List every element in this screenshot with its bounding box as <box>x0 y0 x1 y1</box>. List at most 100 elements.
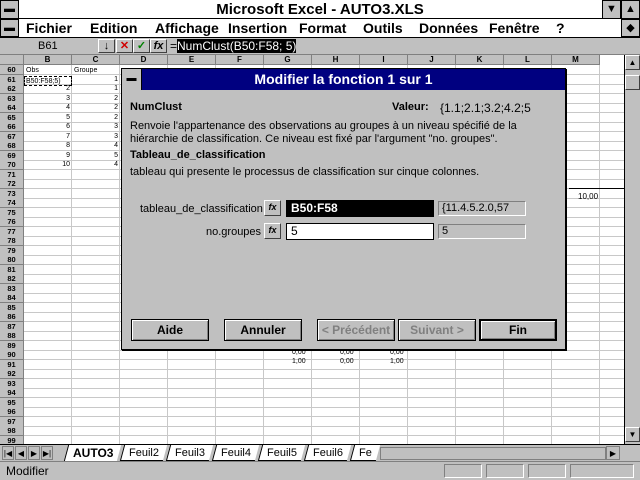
next-sheet-icon[interactable]: ▶ <box>28 446 40 460</box>
column-header[interactable]: I <box>360 55 408 65</box>
column-header[interactable]: J <box>408 55 456 65</box>
column-header[interactable]: M <box>552 55 600 65</box>
cell-h89[interactable]: 1,00 <box>292 357 306 367</box>
cell-groupe[interactable]: 3 <box>72 132 118 142</box>
doc-system-menu-icon[interactable]: ▬ <box>0 19 19 37</box>
row-header[interactable]: 79 <box>0 245 24 256</box>
column-header[interactable]: F <box>216 55 264 65</box>
sheet-tab-feuil6[interactable]: Feuil6 <box>303 445 352 461</box>
arg1-fx-icon[interactable]: fx <box>264 200 281 216</box>
cell-j89[interactable]: 1,00 <box>390 357 404 367</box>
minimize-icon[interactable]: ▼ <box>602 0 621 19</box>
row-header[interactable]: 74 <box>0 198 24 208</box>
dialog-system-menu-icon[interactable]: ▬ <box>122 69 142 90</box>
row-header[interactable]: 81 <box>0 264 24 275</box>
column-header[interactable]: K <box>456 55 504 65</box>
row-header[interactable]: 75 <box>0 207 24 218</box>
cell-groupe[interactable]: 2 <box>72 94 118 104</box>
cell-groupe[interactable]: 5 <box>72 151 118 161</box>
row-header[interactable]: 90 <box>0 350 24 360</box>
doc-restore-icon[interactable]: ◆ <box>621 19 640 37</box>
row-header[interactable]: 78 <box>0 236 24 246</box>
row-header[interactable]: 85 <box>0 302 24 313</box>
row-header[interactable]: 97 <box>0 416 24 427</box>
row-header[interactable]: 64 <box>0 103 24 113</box>
cell-groupe[interactable]: 4 <box>72 141 118 151</box>
cell-obs[interactable]: 7 <box>40 132 70 142</box>
sheet-tab-feuil5[interactable]: Feuil5 <box>257 445 306 461</box>
column-header[interactable]: L <box>504 55 552 65</box>
column-header[interactable]: D <box>120 55 168 65</box>
row-header[interactable]: 66 <box>0 122 24 132</box>
scroll-right-icon[interactable]: ▶ <box>606 446 620 460</box>
restore-icon[interactable]: ▲ <box>621 0 640 19</box>
cell-groupe[interactable]: 2 <box>72 103 118 113</box>
cell-obs-header[interactable]: Obs <box>26 66 39 76</box>
cell-obs[interactable]: 2 <box>40 84 70 94</box>
row-header[interactable]: 69 <box>0 150 24 161</box>
row-header[interactable]: 86 <box>0 312 24 322</box>
cell-obs[interactable]: 6 <box>40 122 70 132</box>
name-dropdown-icon[interactable]: ↓ <box>98 39 115 53</box>
row-header[interactable]: 61 <box>0 74 24 85</box>
cell-obs[interactable]: 5 <box>40 113 70 123</box>
menu-affichage[interactable]: Affichage <box>155 20 219 36</box>
row-header[interactable]: 89 <box>0 340 24 351</box>
row-header[interactable]: 60 <box>0 65 24 75</box>
horizontal-scrollbar[interactable] <box>380 447 606 460</box>
arg2-fx-icon[interactable]: fx <box>264 223 281 239</box>
row-header[interactable]: 80 <box>0 255 24 265</box>
select-all-corner[interactable] <box>0 55 24 65</box>
scroll-thumb[interactable] <box>625 75 640 90</box>
menu-donnees[interactable]: Données <box>419 20 478 36</box>
row-header[interactable]: 62 <box>0 84 24 94</box>
row-header[interactable]: 91 <box>0 359 24 370</box>
column-header[interactable]: E <box>168 55 216 65</box>
column-header[interactable]: C <box>72 55 120 65</box>
menu-outils[interactable]: Outils <box>363 20 403 36</box>
cell-groupe[interactable]: 2 <box>72 113 118 123</box>
menu-format[interactable]: Format <box>299 20 346 36</box>
cell-obs[interactable]: 8 <box>40 141 70 151</box>
next-button[interactable]: Suivant > <box>398 319 476 341</box>
row-header[interactable]: 73 <box>0 188 24 199</box>
cell-groupe[interactable]: 4 <box>72 160 118 170</box>
cell-i89[interactable]: 0,00 <box>340 357 354 367</box>
sheet-tab-feuil4[interactable]: Feuil4 <box>211 445 260 461</box>
column-header[interactable]: B <box>24 55 72 65</box>
row-header[interactable]: 71 <box>0 169 24 180</box>
row-header[interactable]: 83 <box>0 283 24 294</box>
cell-groupe[interactable]: 1 <box>72 84 118 94</box>
row-header[interactable]: 87 <box>0 321 24 332</box>
cell-obs[interactable]: 3 <box>40 94 70 104</box>
formula-input[interactable]: =NumClust(B50:F58; 5) <box>170 39 632 53</box>
sheet-tab-feuil3[interactable]: Feuil3 <box>165 445 214 461</box>
vertical-scrollbar[interactable]: ▲ ▼ <box>624 55 640 444</box>
menu-insertion[interactable]: Insertion <box>228 20 287 36</box>
cell-obs[interactable]: 10 <box>40 160 70 170</box>
menu-edition[interactable]: Edition <box>90 20 137 36</box>
menu-help[interactable]: ? <box>556 20 565 36</box>
arg1-input[interactable]: B50:F58 <box>286 200 434 217</box>
row-header[interactable]: 72 <box>0 179 24 189</box>
first-sheet-icon[interactable]: |◀ <box>2 446 14 460</box>
sheet-tab-feuil2[interactable]: Feuil2 <box>119 445 168 461</box>
confirm-icon[interactable]: ✓ <box>133 39 150 53</box>
prev-sheet-icon[interactable]: ◀ <box>15 446 27 460</box>
column-header[interactable]: G <box>264 55 312 65</box>
row-header[interactable]: 88 <box>0 331 24 341</box>
menu-fichier[interactable]: Fichier <box>26 20 72 36</box>
scroll-up-icon[interactable]: ▲ <box>625 55 640 70</box>
row-header[interactable]: 95 <box>0 397 24 408</box>
cell-groupe[interactable]: 3 <box>72 122 118 132</box>
row-header[interactable]: 77 <box>0 226 24 237</box>
last-sheet-icon[interactable]: ▶| <box>41 446 53 460</box>
row-header[interactable]: 82 <box>0 274 24 284</box>
arg2-input[interactable]: 5 <box>286 223 434 240</box>
row-header[interactable]: 67 <box>0 131 24 142</box>
scroll-down-icon[interactable]: ▼ <box>625 427 640 442</box>
cancel-icon[interactable]: ✕ <box>116 39 133 53</box>
row-header[interactable]: 96 <box>0 407 24 417</box>
sheet-tab-fe[interactable]: Fe <box>349 445 380 461</box>
finish-button[interactable]: Fin <box>479 319 557 341</box>
